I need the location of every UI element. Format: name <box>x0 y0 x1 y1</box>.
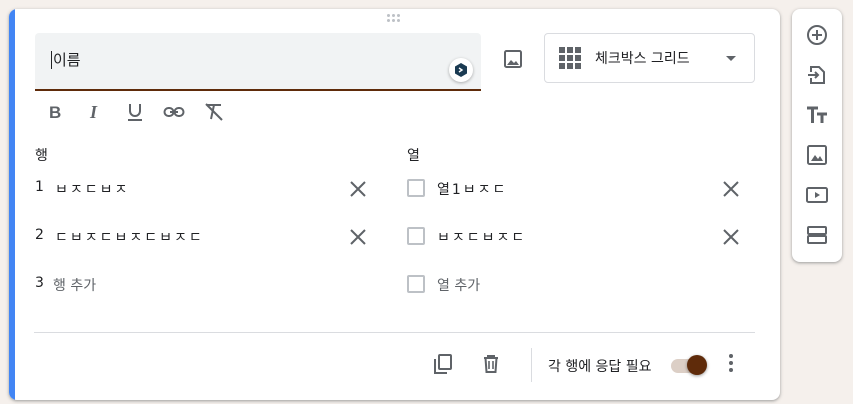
columns-label: 열 <box>407 148 420 164</box>
row-number: 2 <box>35 227 44 243</box>
toggle-thumb <box>687 355 707 375</box>
svg-text:B: B <box>49 103 61 122</box>
link-icon[interactable] <box>163 101 185 123</box>
add-image-icon[interactable] <box>501 47 525 71</box>
delete-icon[interactable] <box>479 352 503 376</box>
column-option-input[interactable]: ㅂㅈㄷㅂㅈㄷ <box>437 227 526 247</box>
add-question-icon[interactable] <box>805 23 829 47</box>
remove-row-icon[interactable] <box>348 227 368 247</box>
question-type-label: 체크박스 그리드 <box>595 51 690 67</box>
add-video-icon[interactable] <box>805 183 829 207</box>
more-vert-icon[interactable] <box>728 351 734 375</box>
row-option-input[interactable]: ㄷㅂㅈㄷㅂㅈㄷㅂㅈㄷ <box>55 227 204 247</box>
column-option-input[interactable]: 열1ㅂㅈㄷ <box>437 179 507 199</box>
column-checkbox <box>407 179 425 197</box>
checkbox-grid-icon <box>559 47 581 69</box>
column-checkbox <box>407 275 425 293</box>
row-number: 3 <box>35 275 44 291</box>
question-card[interactable]: 이름 B I 체크박스 그리드 행 열 1 ㅂㅈㄷㅂㅈ 2 ㄷㅂㅈㄷㅂㅈㄷㅂㅈㄷ… <box>9 9 780 400</box>
question-title-field[interactable]: 이름 <box>35 33 481 91</box>
chevron-down-icon <box>726 56 736 61</box>
row-number: 1 <box>35 179 44 195</box>
rows-label: 행 <box>35 148 48 164</box>
extension-badge-icon[interactable] <box>449 58 473 82</box>
italic-icon[interactable]: I <box>84 101 106 123</box>
required-toggle[interactable] <box>669 355 707 377</box>
remove-column-icon[interactable] <box>721 179 741 199</box>
add-title-icon[interactable] <box>805 103 829 127</box>
required-label: 각 행에 응답 필요 <box>548 359 652 375</box>
add-image-icon[interactable] <box>805 143 829 167</box>
import-questions-icon[interactable] <box>805 63 829 87</box>
bold-icon[interactable]: B <box>44 101 66 123</box>
question-title-value[interactable]: 이름 <box>51 51 81 69</box>
add-section-icon[interactable] <box>805 223 829 247</box>
remove-row-icon[interactable] <box>348 179 368 199</box>
column-checkbox <box>407 227 425 245</box>
question-type-select[interactable]: 체크박스 그리드 <box>544 33 755 83</box>
footer-divider <box>34 332 755 333</box>
remove-column-icon[interactable] <box>721 227 741 247</box>
side-toolbar <box>792 9 842 262</box>
duplicate-icon[interactable] <box>431 352 455 376</box>
add-row-button[interactable]: 행 추가 <box>53 275 96 295</box>
footer-separator <box>531 348 532 382</box>
active-card-indicator <box>9 9 15 400</box>
underline-icon[interactable] <box>124 101 146 123</box>
drag-handle-icon[interactable] <box>387 14 405 26</box>
clear-format-icon[interactable] <box>203 101 225 123</box>
add-column-button[interactable]: 열 추가 <box>437 275 480 295</box>
svg-text:I: I <box>89 102 98 122</box>
row-option-input[interactable]: ㅂㅈㄷㅂㅈ <box>55 179 129 199</box>
